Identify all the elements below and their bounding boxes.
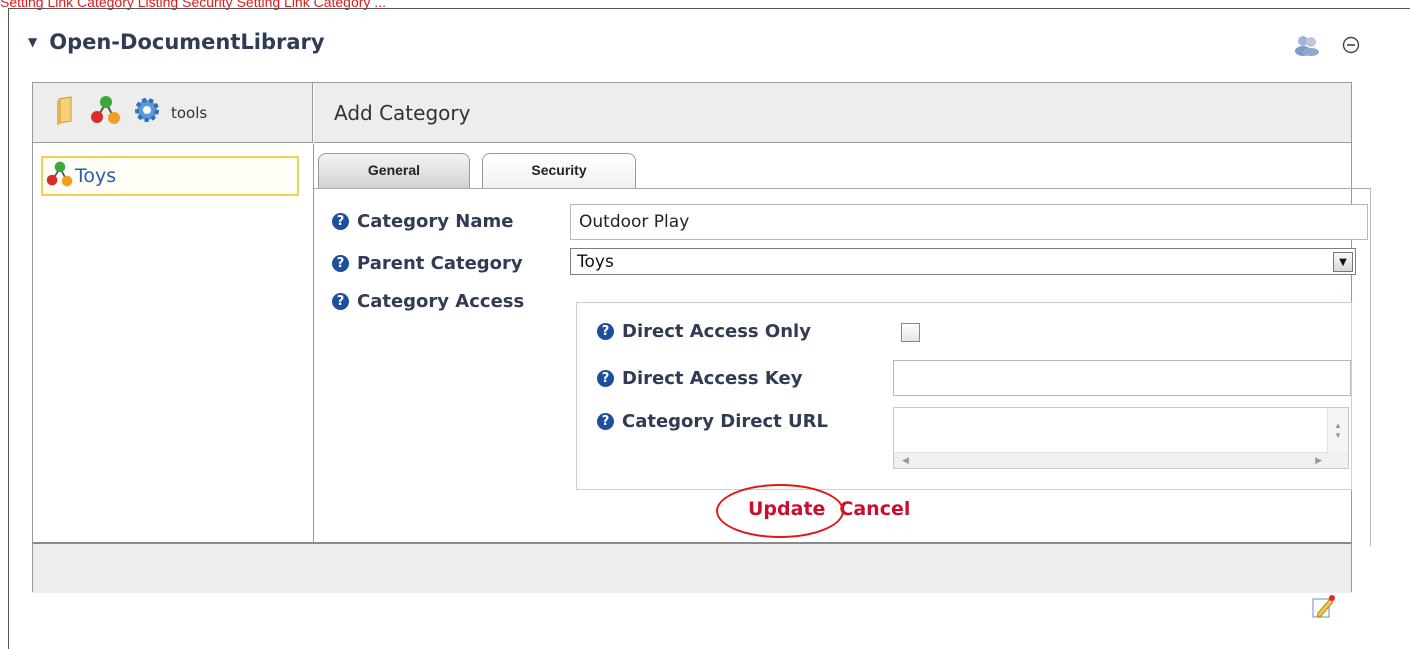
help-icon[interactable]: ?	[332, 293, 349, 310]
direct-access-key-label: ? Direct Access Key	[597, 368, 802, 389]
help-icon[interactable]: ?	[332, 255, 349, 272]
chevron-down-icon[interactable]: ▼	[1333, 252, 1353, 272]
direct-access-only-checkbox[interactable]	[901, 323, 920, 342]
category-direct-url-textarea[interactable]: ▲ ▼ ◀ ▶	[893, 407, 1349, 469]
scroll-corner	[1328, 452, 1348, 468]
tree-node-label: Toys	[75, 165, 117, 187]
panel-header: Add Category	[314, 83, 1351, 143]
horizontal-scrollbar[interactable]: ◀ ▶	[894, 452, 1330, 468]
help-icon[interactable]: ?	[597, 370, 614, 387]
category-node-icon	[45, 159, 75, 194]
help-icon[interactable]: ?	[597, 413, 614, 430]
vertical-scrollbar[interactable]: ▲ ▼	[1327, 408, 1348, 454]
left-toolbar: tools	[33, 83, 313, 143]
category-access-box: ? Direct Access Only ? Direct Access Key…	[576, 302, 1352, 490]
folder-icon[interactable]	[53, 95, 79, 130]
direct-access-key-input[interactable]	[893, 360, 1351, 396]
help-icon[interactable]: ?	[332, 213, 349, 230]
form-actions: Update Cancel	[716, 484, 910, 538]
tree-node-toys[interactable]: Toys	[41, 156, 299, 196]
parent-category-select[interactable]: Toys ▼	[570, 248, 1356, 275]
gear-icon[interactable]	[133, 96, 161, 129]
collapse-triangle-icon[interactable]: ▼	[28, 35, 37, 49]
help-icon[interactable]: ?	[597, 323, 614, 340]
panel-title: Add Category	[334, 100, 471, 125]
collapse-icon[interactable]	[1342, 36, 1360, 59]
document-library-panel: tools Add Category Toys General Security…	[32, 82, 1371, 593]
tab-general[interactable]: General	[318, 153, 470, 189]
update-highlight-circle	[716, 484, 844, 538]
category-name-input[interactable]: Outdoor Play	[570, 204, 1368, 240]
parent-category-value: Toys	[577, 251, 614, 272]
category-tree: Toys	[33, 144, 314, 544]
category-direct-url-label: ? Category Direct URL	[597, 411, 828, 432]
module-title[interactable]: ▼ Open-DocumentLibrary	[28, 30, 325, 54]
category-access-label: ? Category Access	[332, 291, 524, 312]
tools-label[interactable]: tools	[171, 104, 207, 122]
category-editor: General Security ? Category Name Outdoor…	[314, 144, 1371, 546]
category-name-label: ? Category Name	[332, 211, 513, 232]
header-icons	[1294, 34, 1360, 61]
pencil-edit-icon[interactable]	[1310, 593, 1336, 624]
panel-footer	[33, 542, 1351, 593]
direct-access-only-label: ? Direct Access Only	[597, 321, 811, 342]
users-icon[interactable]	[1294, 34, 1320, 61]
tab-security[interactable]: Security	[482, 153, 636, 189]
module-title-text: Open-DocumentLibrary	[49, 30, 325, 54]
cancel-button[interactable]: Cancel	[839, 498, 910, 520]
parent-category-label: ? Parent Category	[332, 253, 523, 274]
category-tree-icon[interactable]	[89, 94, 123, 131]
